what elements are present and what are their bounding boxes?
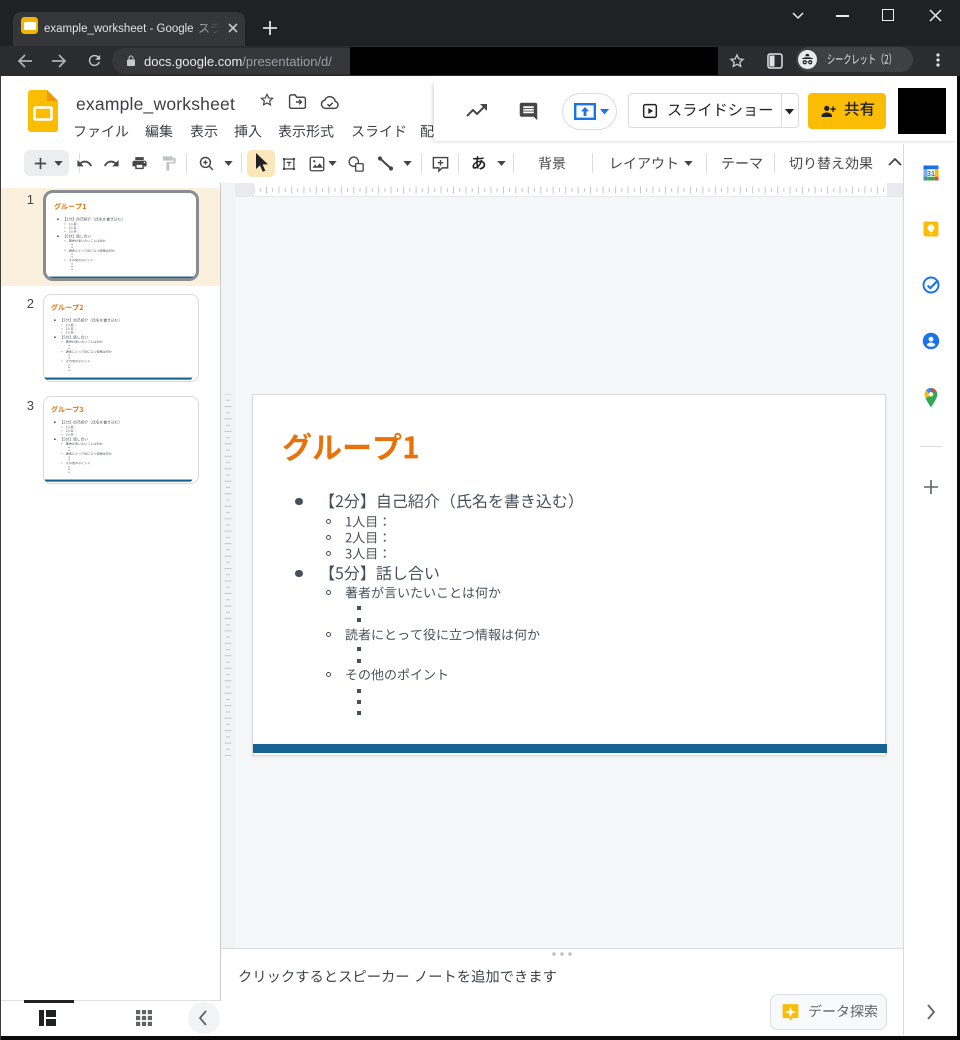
svg-text:31: 31 <box>927 170 935 178</box>
